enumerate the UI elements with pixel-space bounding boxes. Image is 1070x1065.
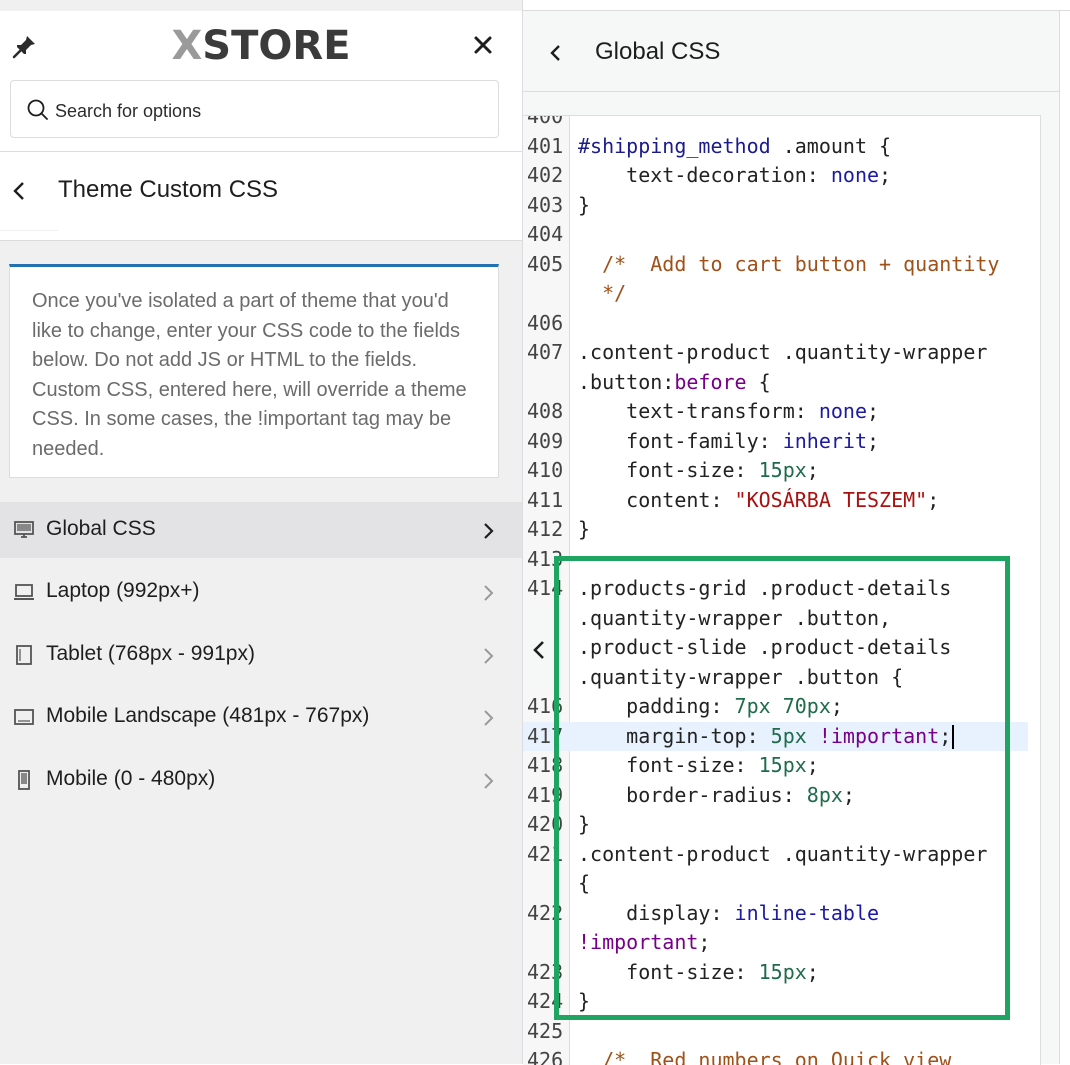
line-number: 400: [527, 115, 564, 128]
chevron-right-icon: [484, 523, 494, 539]
line-number: 409: [527, 428, 564, 453]
editor-title: Global CSS: [595, 38, 721, 65]
code-line[interactable]: 401 #shipping_method .amount {: [523, 132, 1028, 162]
line-number: 426: [527, 1048, 564, 1065]
code-line[interactable]: 400: [523, 115, 1028, 132]
code-text: */: [578, 281, 627, 305]
chevron-right-icon: [484, 710, 494, 726]
chevron-left-icon[interactable]: [531, 638, 547, 662]
menu-item-label: Tablet (768px - 991px): [46, 641, 255, 665]
code-line[interactable]: 426 /* Red numbers on Quick view: [523, 1046, 1028, 1065]
code-line[interactable]: .button:before {: [523, 368, 1028, 398]
device-menu: Global CSS Laptop (992px+) Tablet (768px…: [0, 502, 522, 814]
code-line[interactable]: 408 text-transform: none;: [523, 397, 1028, 427]
code-text: text-decoration: none;: [578, 163, 892, 187]
menu-item-label: Global CSS: [46, 517, 156, 540]
code-line[interactable]: 406: [523, 309, 1028, 339]
customizer-sidebar: XSTORE Theme Custom CSS Once you've isol…: [0, 0, 523, 1064]
menu-item-label: Mobile Landscape (481px - 767px): [46, 704, 370, 727]
code-text: font-family: inherit;: [578, 428, 880, 453]
menu-item-tablet[interactable]: Tablet (768px - 991px): [0, 627, 522, 690]
line-number: 407: [527, 340, 564, 364]
code-line[interactable]: 402 text-decoration: none;: [523, 161, 1028, 191]
menu-item-label: Mobile (0 - 480px): [46, 766, 216, 790]
code-line[interactable]: 425: [523, 1017, 1028, 1047]
code-text: .button:before {: [578, 369, 771, 394]
chevron-right-icon: [484, 647, 494, 664]
search-input[interactable]: [53, 95, 477, 127]
line-number: 412: [527, 517, 564, 541]
back-arrow-icon[interactable]: [547, 41, 563, 65]
description-text: Once you've isolated a part of theme tha…: [32, 290, 467, 460]
laptop-icon: [14, 584, 34, 600]
code-text: #shipping_method .amount {: [578, 133, 892, 158]
tablet-landscape-icon: [14, 709, 34, 725]
menu-item-global-css[interactable]: Global CSS: [0, 502, 522, 558]
xstore-logo: XSTORE: [171, 23, 351, 69]
code-text: /* Red numbers on Quick view: [578, 1048, 952, 1065]
code-line[interactable]: */: [523, 279, 1028, 309]
code-text: .content-product .quantity-wrapper: [578, 340, 988, 364]
line-number: 404: [527, 222, 564, 246]
chevron-right-icon: [484, 585, 494, 601]
editor-header: Global CSS: [523, 11, 1060, 92]
line-number: 401: [527, 133, 564, 158]
line-number: 425: [527, 1018, 564, 1043]
search-icon: [27, 99, 48, 120]
description-box: Once you've isolated a part of theme tha…: [9, 264, 499, 478]
line-number: 403: [527, 192, 564, 217]
menu-item-laptop[interactable]: Laptop (992px+): [0, 564, 522, 627]
code-text: }: [578, 192, 591, 217]
code-line[interactable]: 405 /* Add to cart button + quantity: [523, 250, 1028, 280]
section-title: Theme Custom CSS: [58, 176, 279, 203]
code-line[interactable]: 409 font-family: inherit;: [523, 427, 1028, 457]
code-line[interactable]: 407 .content-product .quantity-wrapper: [523, 338, 1028, 368]
code-text: }: [578, 517, 591, 541]
line-number: 411: [527, 487, 564, 512]
desktop-icon: [14, 521, 34, 538]
highlight-annotation: [554, 556, 1010, 1020]
line-number: 408: [527, 399, 564, 423]
code-line[interactable]: 411 content: "KOSÁRBA TESZEM";: [523, 486, 1028, 516]
search-field[interactable]: [10, 80, 499, 138]
code-text: font-size: 15px;: [578, 458, 819, 482]
close-icon[interactable]: [471, 33, 495, 57]
divider: [0, 230, 58, 231]
back-arrow-icon[interactable]: [10, 180, 28, 202]
code-text: text-transform: none;: [578, 399, 880, 423]
menu-item-label: Laptop (992px+): [46, 579, 200, 602]
section-header: Theme Custom CSS: [0, 152, 522, 241]
line-number: 402: [527, 163, 564, 187]
chevron-right-icon: [484, 772, 494, 789]
code-text: /* Add to cart button + quantity: [578, 251, 1000, 276]
line-number: 406: [527, 310, 564, 335]
code-line[interactable]: 404: [523, 220, 1028, 250]
line-number: 410: [527, 458, 564, 482]
code-line[interactable]: 410 font-size: 15px;: [523, 456, 1028, 486]
menu-item-mobile[interactable]: Mobile (0 - 480px): [0, 752, 522, 815]
code-line[interactable]: 403}: [523, 191, 1028, 221]
tablet-icon: [16, 644, 32, 665]
menu-item-mobile-landscape[interactable]: Mobile Landscape (481px - 767px): [0, 689, 522, 752]
line-number: 405: [527, 251, 564, 276]
mobile-icon: [18, 769, 30, 790]
code-line[interactable]: 412}: [523, 515, 1028, 545]
sidebar-header: XSTORE: [0, 11, 522, 152]
code-text: content: "KOSÁRBA TESZEM";: [578, 487, 940, 512]
